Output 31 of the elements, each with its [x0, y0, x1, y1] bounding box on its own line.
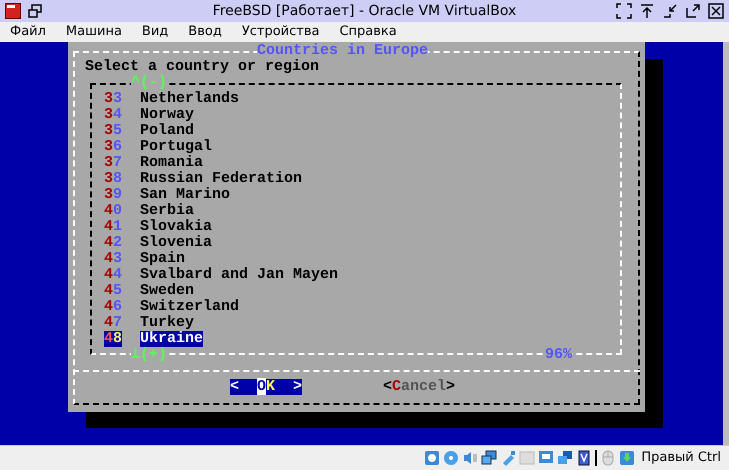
menu-item[interactable]: Ввод [186, 22, 224, 42]
dialog-button[interactable]: < OK > [230, 379, 302, 395]
country-item[interactable]: Sweden [140, 283, 194, 299]
country-item[interactable]: Netherlands [140, 91, 240, 107]
country-item[interactable]: Slovenia [140, 235, 212, 251]
country-item[interactable]: Ukraine [140, 331, 204, 347]
menu-item[interactable]: Файл [8, 22, 48, 42]
menu-item[interactable]: Устройства [240, 22, 322, 42]
scroll-down-indicator: ⊥(+) [131, 347, 168, 363]
country-item[interactable]: Russian Federation [140, 171, 302, 187]
scroll-up-indicator: ^(-) [131, 75, 168, 91]
country-item[interactable]: Switzerland [140, 299, 240, 315]
item-tag[interactable]: 48 [104, 331, 122, 347]
host-key-label: Правый Ctrl [641, 449, 721, 468]
country-item[interactable]: Svalbard and Jan Mayen [140, 267, 338, 283]
country-item[interactable]: Poland [140, 123, 194, 139]
country-item[interactable]: San Marino [140, 187, 230, 203]
window-title: FreeBSD [Работает] - Oracle VM VirtualBox [212, 2, 516, 20]
menu-item[interactable]: Вид [140, 22, 170, 42]
dialog-prompt: Select a country or region [85, 59, 320, 75]
country-item[interactable]: Serbia [140, 203, 194, 219]
dialog-title: Countries in Europe [257, 43, 428, 59]
country-item[interactable]: Romania [140, 155, 204, 171]
country-item[interactable]: Portugal [140, 139, 212, 155]
dialog-button[interactable]: <Cancel> [383, 379, 455, 395]
country-item[interactable]: Norway [140, 107, 194, 123]
country-item[interactable]: Slovakia [140, 219, 212, 235]
menu-item[interactable]: Справка [337, 22, 399, 42]
menu-item[interactable]: Машина [64, 22, 124, 42]
country-item[interactable]: Spain [140, 251, 186, 267]
country-item[interactable]: Turkey [140, 315, 194, 331]
